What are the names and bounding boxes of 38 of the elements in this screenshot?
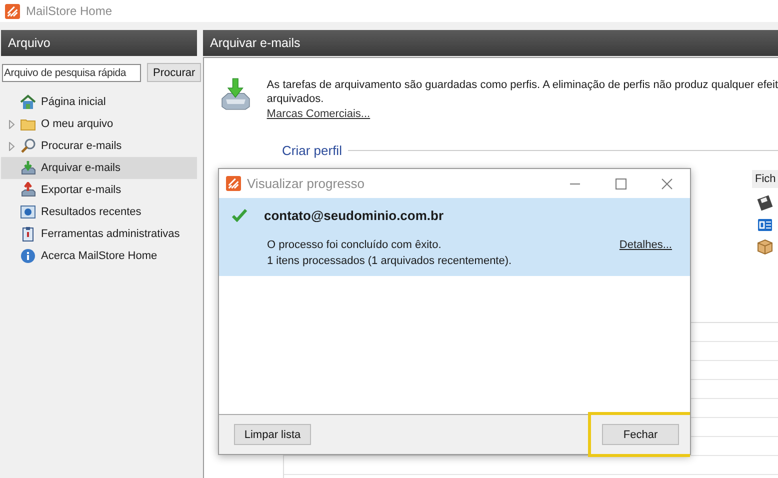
dialog-title: Visualizar progresso [247, 176, 366, 191]
nav-item[interactable]: Arquivar e-mails [1, 157, 197, 179]
expand-arrow-icon[interactable] [9, 142, 15, 150]
magnifier-icon [20, 138, 36, 154]
dialog-button[interactable]: Limpar lista [234, 424, 311, 445]
status-message: O processo foi concluído com êxito. [267, 238, 442, 253]
tray-download-icon [20, 160, 36, 176]
description-text: arquivados. [266, 92, 325, 106]
info-icon [20, 248, 36, 264]
house-icon [20, 94, 36, 110]
package-icon [757, 239, 773, 255]
clipboard-icon [20, 226, 36, 242]
panel-title: Arquivar e-mails [203, 30, 778, 56]
trademarks-link[interactable]: Marcas Comerciais... [266, 107, 370, 121]
app-logo-icon [5, 4, 20, 18]
details-link[interactable]: Detalhes... [619, 237, 672, 269]
status-detail: 1 itens processados (1 arquivados recentemente). [267, 254, 512, 269]
section-title: Criar perfil [282, 143, 342, 158]
tray-upload-icon [20, 182, 36, 198]
mail-app-icon [757, 217, 773, 233]
window-title: MailStore Home [26, 4, 112, 18]
nav-item[interactable]: Ferramentas administrativas [1, 223, 197, 245]
app-logo-icon [226, 176, 241, 191]
dialog-button[interactable]: Fechar [602, 424, 679, 445]
nav-item[interactable]: O meu arquivo [1, 113, 197, 135]
nav-item[interactable]: Acerca MailStore Home [1, 245, 197, 267]
search-field[interactable]: Arquivo de pesquisa rápida [2, 64, 141, 82]
panel-title: Arquivo [1, 30, 197, 56]
nav-item[interactable]: Procurar e-mails [1, 135, 197, 157]
nav-item[interactable]: Exportar e-mails [1, 179, 197, 201]
nav-item[interactable]: Resultados recentes [1, 201, 197, 223]
column-header: Fich [752, 170, 778, 188]
expand-arrow-icon[interactable] [9, 120, 15, 128]
info-window-icon [20, 204, 36, 220]
nav-item[interactable]: Página inicial [1, 91, 197, 113]
account-name: contato@seudominio.com.br [264, 208, 444, 222]
description-text: As tarefas de arquivamento são guardadas como perfis. A eliminação de perfis não produz qualquer efeit [266, 78, 778, 92]
search-button[interactable]: Procurar [147, 63, 202, 82]
